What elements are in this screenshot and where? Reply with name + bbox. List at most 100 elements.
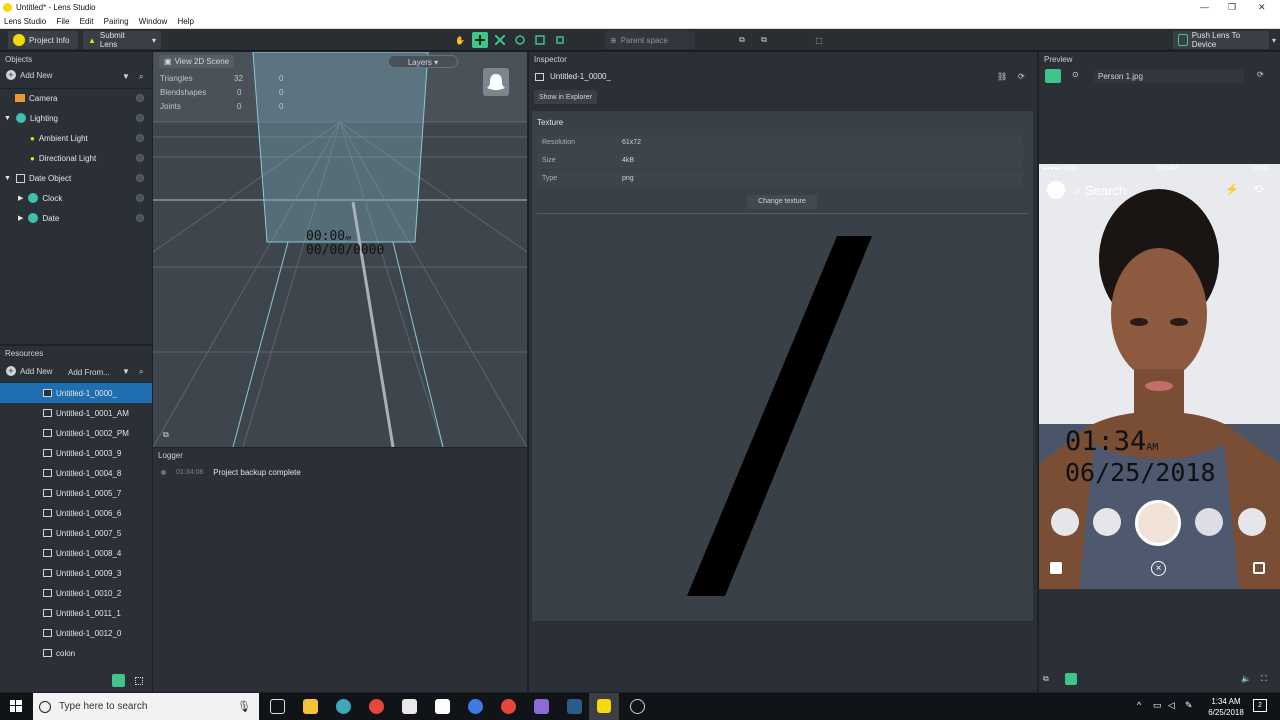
resource-item[interactable]: Untitled-1_0003_9 xyxy=(0,443,152,463)
crop-icon[interactable]: ⛶ xyxy=(1261,674,1267,684)
resources-add-new-button[interactable]: + Add New xyxy=(6,366,52,376)
volume-tray-icon[interactable]: ◁ xyxy=(1168,700,1175,711)
flip-camera-icon[interactable]: ⟲ xyxy=(1253,182,1263,196)
scene-time-text[interactable]: 00:00AM 00/00/0000 xyxy=(306,230,384,257)
log-entry[interactable]: 01:34:08 Project backup complete xyxy=(161,468,301,477)
close-button[interactable]: ✕ xyxy=(1258,2,1266,13)
scale-tool-icon[interactable] xyxy=(492,32,508,48)
menu-window[interactable]: Window xyxy=(135,15,171,28)
task-view-icon[interactable] xyxy=(270,699,285,714)
chrome-icon[interactable] xyxy=(501,699,516,714)
search-bar[interactable]: ⌕ Search xyxy=(1074,183,1126,199)
visibility-toggle[interactable] xyxy=(136,134,144,142)
resource-item[interactable]: Untitled-1_0002_PM xyxy=(0,423,152,443)
preview-mode-icon[interactable] xyxy=(1065,673,1077,685)
frame-icon[interactable]: ⬚ xyxy=(811,32,827,48)
visibility-toggle[interactable] xyxy=(136,174,144,182)
hand-tool-icon[interactable]: ✋ xyxy=(452,32,468,48)
object-item-lighting[interactable]: ▼ Lighting xyxy=(0,108,152,128)
object-item-date-object[interactable]: ▼ Date Object xyxy=(0,168,152,188)
filter-icon[interactable]: ▼ xyxy=(122,72,130,81)
project-info-button[interactable]: Project Info xyxy=(8,31,78,49)
capture-button[interactable] xyxy=(1135,500,1181,546)
layers-dropdown[interactable]: Layers ▾ xyxy=(388,55,458,68)
app-icon[interactable] xyxy=(630,699,645,714)
scene-view[interactable]: ▣ View 2D Scene Layers ▾ ⧉ 00:00AM 00/00… xyxy=(153,52,527,447)
expand-arrow-icon[interactable]: ▼ xyxy=(4,175,11,182)
collapse-arrow-icon[interactable]: ▶ xyxy=(18,214,23,222)
lens-studio-taskbar-item[interactable] xyxy=(589,693,619,720)
app-icon[interactable] xyxy=(534,699,549,714)
expand-arrow-icon[interactable]: ▼ xyxy=(4,115,11,122)
view-2d-scene-button[interactable]: ▣ View 2D Scene xyxy=(159,55,235,68)
menu-pairing[interactable]: Pairing xyxy=(100,15,133,28)
taskbar-date[interactable]: 6/25/2018 xyxy=(1204,708,1248,717)
app-icon[interactable] xyxy=(369,699,384,714)
close-lens-icon[interactable]: × xyxy=(1151,561,1166,576)
resource-item[interactable]: Untitled-1_0008_4 xyxy=(0,543,152,563)
app-icon[interactable] xyxy=(468,699,483,714)
restore-button[interactable]: ❐ xyxy=(1228,2,1236,13)
menu-lens-studio[interactable]: Lens Studio xyxy=(0,15,50,28)
lens-carousel-item[interactable] xyxy=(1238,508,1266,536)
resource-item[interactable]: Untitled-1_0010_2 xyxy=(0,583,152,603)
volume-icon[interactable]: 🔈 xyxy=(1241,674,1251,683)
flash-off-icon[interactable]: ⚡ xyxy=(1225,183,1239,196)
object-item-clock[interactable]: ▶ Clock xyxy=(0,188,152,208)
stories-icon[interactable] xyxy=(1253,562,1265,574)
collapse-arrow-icon[interactable]: ▶ xyxy=(18,194,23,202)
push-lens-dropdown-icon[interactable]: ▾ xyxy=(1266,32,1280,48)
visibility-toggle[interactable] xyxy=(136,154,144,162)
search-icon[interactable]: ⌕ xyxy=(139,72,143,82)
resource-item[interactable]: Untitled-1_0012_0 xyxy=(0,623,152,643)
move-tool-icon[interactable] xyxy=(472,32,488,48)
list-view-icon[interactable] xyxy=(112,674,125,687)
minimize-button[interactable]: — xyxy=(1200,2,1209,12)
lens-carousel-item[interactable] xyxy=(1051,508,1079,536)
taskbar-time[interactable]: 1:34 AM xyxy=(1208,697,1244,706)
mail-icon[interactable] xyxy=(435,699,450,714)
preview-source-dropdown[interactable]: Person 1.jpg xyxy=(1094,70,1244,83)
chat-icon[interactable] xyxy=(1050,562,1062,574)
grid-view-icon[interactable] xyxy=(135,677,143,685)
lens-carousel-item[interactable] xyxy=(1195,508,1223,536)
resource-item[interactable]: colon xyxy=(0,643,152,663)
store-icon[interactable] xyxy=(402,699,417,714)
visibility-toggle[interactable] xyxy=(136,194,144,202)
microphone-icon[interactable]: 🎙 xyxy=(237,700,251,713)
file-explorer-icon[interactable] xyxy=(303,699,318,714)
parent-space-dropdown[interactable]: ⊕ Parent space xyxy=(605,31,695,49)
steam-icon[interactable] xyxy=(567,699,582,714)
object-item-date[interactable]: ▶ Date xyxy=(0,208,152,228)
network-icon[interactable]: ▭ xyxy=(1153,700,1162,711)
object-item-camera[interactable]: Camera xyxy=(0,88,152,108)
menu-edit[interactable]: Edit xyxy=(76,15,98,28)
objects-add-new-button[interactable]: + Add New xyxy=(6,70,52,80)
menu-file[interactable]: File xyxy=(53,15,74,28)
rect-tool-icon[interactable] xyxy=(532,32,548,48)
object-item-directional-light[interactable]: ● Directional Light xyxy=(0,148,152,168)
profile-icon[interactable] xyxy=(1047,181,1065,199)
resource-item[interactable]: Untitled-1_0004_8 xyxy=(0,463,152,483)
resource-item[interactable]: Untitled-1_0011_1 xyxy=(0,603,152,623)
lens-carousel-item[interactable] xyxy=(1093,508,1121,536)
snap-settings-icon[interactable]: ⧉ xyxy=(756,32,772,48)
tray-chevron-icon[interactable]: ^ xyxy=(1137,700,1141,710)
scene-settings-icon[interactable]: ⧉ xyxy=(163,430,169,440)
snap-icon[interactable]: ⧉ xyxy=(734,32,750,48)
windows-start-icon[interactable] xyxy=(10,700,22,712)
bounds-tool-icon[interactable] xyxy=(552,32,568,48)
object-item-ambient-light[interactable]: ● Ambient Light xyxy=(0,128,152,148)
search-icon[interactable]: ⌕ xyxy=(139,367,143,377)
resource-item[interactable]: Untitled-1_0006_6 xyxy=(0,503,152,523)
chevron-down-icon[interactable]: ▾ xyxy=(152,36,156,45)
camera-toggle-icon[interactable] xyxy=(1045,69,1061,83)
submit-lens-button[interactable]: ▲ Submit Lens ▾ xyxy=(83,31,161,49)
notification-center-icon[interactable]: 2 xyxy=(1253,699,1267,712)
resource-item[interactable]: Untitled-1_0009_3 xyxy=(0,563,152,583)
change-texture-button[interactable]: Change texture xyxy=(747,195,817,209)
app-icon[interactable] xyxy=(336,699,351,714)
add-from-button[interactable]: Add From... xyxy=(68,368,110,377)
resource-item[interactable]: Untitled-1_0001_AM xyxy=(0,403,152,423)
rotate-tool-icon[interactable] xyxy=(512,32,528,48)
